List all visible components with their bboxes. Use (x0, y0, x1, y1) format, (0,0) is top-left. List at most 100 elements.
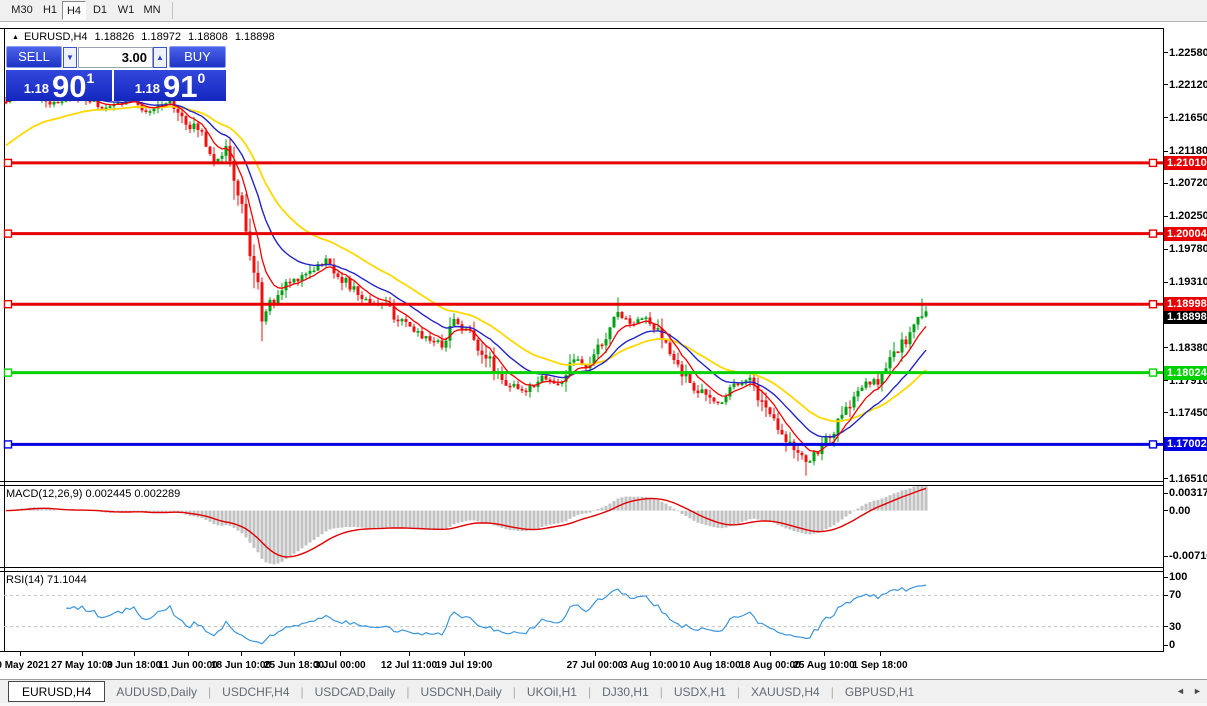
tab-xauusd-h4[interactable]: XAUUSD,H4 (740, 682, 831, 703)
rsi-tick (1163, 595, 1168, 596)
date-tick (464, 652, 465, 656)
tf-button-H4[interactable]: H4 (62, 1, 86, 20)
price-tick (1163, 282, 1168, 283)
price-tick-label: 1.19780 (1169, 243, 1207, 255)
symbol-tabs: EURUSD,H4AUDUSD,Daily|USDCHF,H4|USDCAD,D… (0, 681, 925, 703)
date-tick (409, 652, 410, 656)
date-tick (595, 652, 596, 656)
tab-dj30-h1[interactable]: DJ30,H1 (591, 682, 660, 703)
tf-button-5[interactable]: 5 (0, 1, 8, 20)
chart-symbol-label: EURUSD,H4 (24, 31, 88, 43)
price-tick-label: 1.17450 (1169, 407, 1207, 419)
tabs-scroll-right-icon[interactable]: ► (1193, 686, 1202, 696)
main-window-bottom-border[interactable] (0, 481, 1163, 482)
date-label: 18 Jun 10:00 (211, 660, 271, 671)
rsi-indicator-chart[interactable] (0, 572, 1163, 651)
date-label: 1 Sep 18:00 (852, 660, 907, 671)
date-tick (824, 652, 825, 656)
date-label: 27 Jul 00:00 (567, 660, 624, 671)
date-label: 3 Aug 10:00 (622, 660, 678, 671)
buy-button[interactable]: BUY (169, 46, 226, 68)
sell-price-prefix: 1.18 (24, 81, 49, 96)
price-tick-label: 1.21650 (1169, 112, 1207, 124)
price-tick-label: 1.16510 (1169, 473, 1207, 485)
tf-button-MN[interactable]: MN (140, 1, 164, 20)
price-tick (1163, 183, 1168, 184)
date-label: 27 May 10:00 (51, 660, 113, 671)
date-label: 25 Aug 10:00 (793, 660, 854, 671)
date-tick (650, 652, 651, 656)
quote-low: 1.18808 (188, 31, 228, 43)
tab-usdx-h1[interactable]: USDX,H1 (663, 682, 737, 703)
tab-ukoil-h1[interactable]: UKOil,H1 (516, 682, 588, 703)
hline-price-badge: 1.17002 (1164, 437, 1207, 451)
symbol-tab-bar: EURUSD,H4AUDUSD,Daily|USDCHF,H4|USDCAD,D… (0, 679, 1207, 703)
tab-usdchf-h4[interactable]: USDCHF,H4 (211, 682, 300, 703)
price-tick-label: 1.22580 (1169, 47, 1207, 59)
tab-audusd-daily[interactable]: AUDUSD,Daily (105, 682, 208, 703)
price-tick (1163, 216, 1168, 217)
tf-button-D1[interactable]: D1 (88, 1, 112, 20)
collapse-panel-icon[interactable]: ▲ (12, 34, 19, 41)
rsi-tick-label: 70 (1169, 589, 1181, 601)
macd-tick (1163, 510, 1168, 511)
volume-increase-button[interactable]: ▲ (153, 47, 167, 68)
date-tick (82, 652, 83, 656)
sell-button[interactable]: SELL (6, 46, 62, 68)
date-label: 10 Aug 18:00 (679, 660, 740, 671)
volume-decrease-button[interactable]: ▼ (63, 47, 77, 68)
date-tick (188, 652, 189, 656)
rsi-tick (1163, 577, 1168, 578)
macd-window-bottom-border[interactable] (0, 567, 1163, 568)
tab-eurusd-h4[interactable]: EURUSD,H4 (8, 681, 105, 702)
price-tick-label: 1.19310 (1169, 276, 1207, 288)
rsi-tick (1163, 645, 1168, 646)
tabs-scroll-left-icon[interactable]: ◄ (1176, 686, 1185, 696)
price-tick (1163, 117, 1168, 118)
price-tick-label: 1.22120 (1169, 79, 1207, 91)
date-tick (20, 652, 21, 656)
rsi-window-bottom-border (0, 651, 1163, 652)
buy-price-sup: 0 (198, 70, 206, 86)
date-tick (134, 652, 135, 656)
price-tick (1163, 347, 1168, 348)
hline-price-badge: 1.18024 (1164, 366, 1207, 380)
quote-high: 1.18972 (141, 31, 181, 43)
quote-open: 1.18826 (95, 31, 135, 43)
buy-price-big: 91 (163, 74, 197, 99)
rsi-tick-label: 30 (1169, 621, 1181, 633)
date-tick (294, 652, 295, 656)
plot-right-border (1163, 28, 1164, 652)
date-label: 20 May 2021 (0, 660, 49, 671)
tab-gbpusd-h1[interactable]: GBPUSD,H1 (834, 682, 925, 703)
quote-close: 1.18898 (235, 31, 275, 43)
macd-label: MACD(12,26,9) 0.002445 0.002289 (6, 488, 180, 500)
buy-price-prefix: 1.18 (135, 81, 160, 96)
date-label: 11 Jun 00:00 (158, 660, 217, 671)
rsi-tick (1163, 626, 1168, 627)
price-tick (1163, 84, 1168, 85)
macd-tick (1163, 556, 1168, 557)
sell-price-box[interactable]: 1.18 90 1 (6, 70, 112, 101)
buy-price-box[interactable]: 1.18 91 0 (114, 70, 226, 101)
date-tick (340, 652, 341, 656)
macd-tick-label: 0.003179 (1169, 487, 1207, 499)
tf-button-W1[interactable]: W1 (114, 1, 138, 20)
date-label: 12 Jul 11:00 (381, 660, 437, 671)
rsi-tick-label: 100 (1169, 571, 1187, 583)
price-tick (1163, 151, 1168, 152)
volume-input[interactable] (78, 47, 153, 68)
hline-price-badge: 1.21010 (1164, 156, 1207, 170)
date-label: 18 Aug 00:00 (739, 660, 800, 671)
tf-button-H1[interactable]: H1 (38, 1, 62, 20)
tab-usdcad-daily[interactable]: USDCAD,Daily (304, 682, 407, 703)
tab-usdcnh-daily[interactable]: USDCNH,Daily (409, 682, 512, 703)
price-tick (1163, 249, 1168, 250)
hline-price-badge: 1.20004 (1164, 227, 1207, 241)
tf-button-M30[interactable]: M30 (8, 1, 36, 20)
price-tick (1163, 412, 1168, 413)
price-tick-label: 1.20720 (1169, 177, 1207, 189)
date-tick (880, 652, 881, 656)
price-tick (1163, 478, 1168, 479)
sell-price-big: 90 (52, 74, 86, 99)
